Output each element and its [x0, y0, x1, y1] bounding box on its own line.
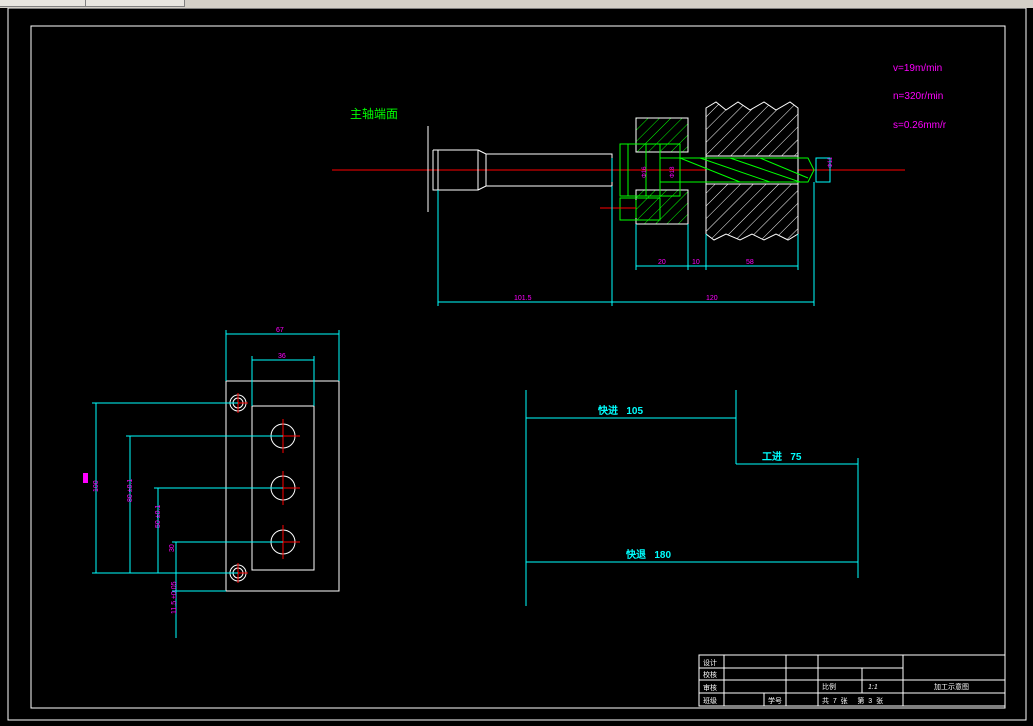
- dim-120: 120: [706, 295, 718, 302]
- dim-100: 100: [93, 480, 100, 492]
- dim-bush2: Φ18: [670, 166, 676, 178]
- feed-cycle-diagram: [525, 390, 859, 606]
- dim-101-5: 101.5: [514, 295, 532, 302]
- dim-marker: [83, 473, 88, 483]
- toolbar-segment[interactable]: [0, 0, 86, 7]
- tb-scale-value: 1:1: [868, 684, 878, 691]
- param-s: s=0.26mm/r: [893, 120, 947, 131]
- tb-drawing-name: 加工示意图: [934, 682, 969, 691]
- param-n: n=320r/min: [893, 91, 943, 102]
- cutting-params: v=19m/min n=320r/min s=0.26mm/r: [893, 63, 947, 131]
- window-toolbar: [0, 0, 1033, 8]
- tb-row-design: 设计: [703, 658, 717, 667]
- param-v: v=19m/min: [893, 63, 942, 74]
- dim-36: 36: [278, 353, 286, 360]
- spindle-end-label: 主轴端面: [350, 106, 398, 121]
- cad-drawing-canvas[interactable]: Φ16 Φ18 Φ11 主轴端面 v=19m/min n=320r/min s=…: [0, 8, 1033, 726]
- tb-scale-label: 比例: [822, 682, 836, 691]
- dim-67: 67: [276, 327, 284, 334]
- dim-58: 58: [746, 259, 754, 266]
- cycle-work-feed: 工进 75: [762, 450, 802, 463]
- dim-bush1: Φ16: [642, 166, 648, 178]
- tb-row-review: 审核: [703, 683, 717, 692]
- dim-30: 30: [169, 544, 176, 552]
- tb-row-class: 班级: [703, 696, 717, 705]
- dim-20: 20: [658, 259, 666, 266]
- tb-student-no: 学号: [768, 696, 782, 705]
- dim-10: 10: [692, 259, 700, 266]
- part-layout-view: [225, 380, 340, 592]
- cycle-rapid-in: 快进 105: [597, 404, 643, 417]
- dim-50: 50 ±0.1: [155, 505, 162, 528]
- dim-drill-dia: Φ11: [828, 156, 834, 168]
- dim-80: 80 ±0.1: [127, 479, 134, 502]
- cycle-rapid-back: 快退 180: [625, 548, 671, 561]
- tb-sheets: 共 7 张 第 3 张: [822, 696, 883, 705]
- toolbar-segment[interactable]: [86, 0, 185, 7]
- spindle-assembly: Φ16 Φ18 Φ11: [332, 101, 905, 241]
- outer-border: [7, 8, 1027, 721]
- dim-11-5: 11.5 ±0.05: [171, 581, 178, 614]
- tb-row-check: 校核: [703, 670, 717, 679]
